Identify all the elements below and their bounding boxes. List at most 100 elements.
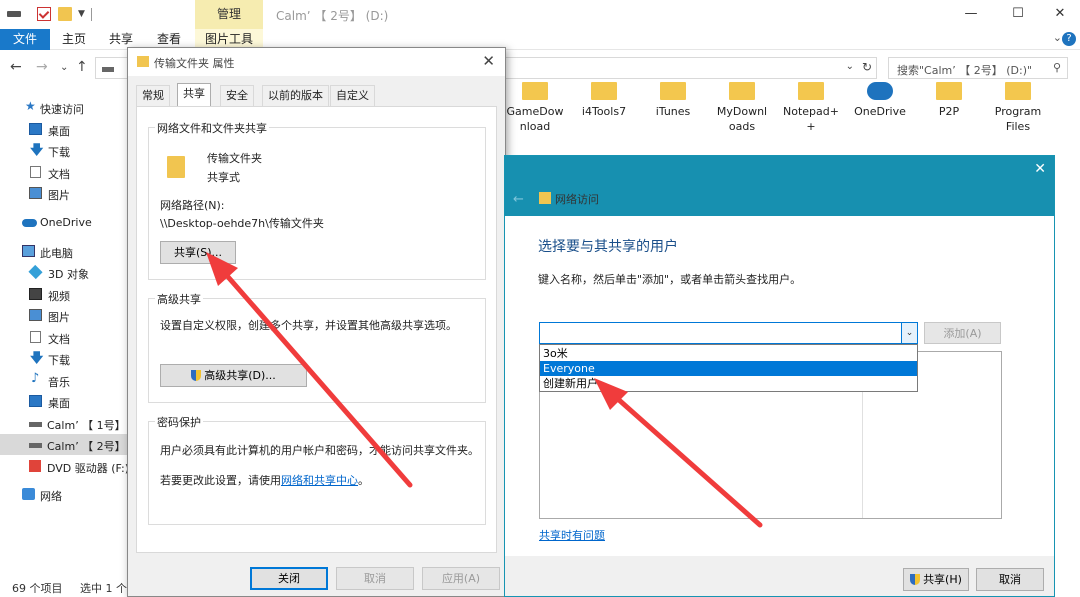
password-protection-group: 密码保护 用户必须具有此计算机的用户帐户和密码，才能访问共享文件夹。 若要更改此… (148, 414, 486, 525)
folder-people-icon (539, 192, 551, 204)
advanced-sharing-description: 设置自定义权限，创建多个共享，并设置其他高级共享选项。 (160, 319, 457, 332)
cancel-button[interactable]: 取消 (336, 567, 414, 590)
nav-item-documents-pc[interactable]: 文档 (0, 327, 128, 348)
tab-file[interactable]: 文件 (0, 29, 50, 50)
dropdown-option[interactable]: 3o米 (540, 346, 917, 361)
tab-home[interactable]: 主页 (52, 29, 96, 50)
chevron-down-icon[interactable]: ⌄ (901, 323, 917, 343)
file-item[interactable]: Notepad+ + (776, 82, 846, 134)
folder-icon (798, 82, 824, 100)
nav-item-network[interactable]: 网络 (0, 484, 128, 505)
dvd-icon (29, 460, 41, 472)
group-title: 密码保护 (155, 414, 203, 430)
nav-item-quick-access[interactable]: ★ 快速访问 (0, 97, 128, 118)
apply-button[interactable]: 应用(A) (422, 567, 500, 590)
search-placeholder: 搜索"Calmʼ 【 2号】 (D:)" (897, 64, 1033, 77)
nav-item-dvd[interactable]: DVD 驱动器 (F:) (0, 456, 128, 477)
download-icon: 🡇 (30, 143, 44, 158)
file-item[interactable]: GameDow nload (500, 82, 570, 134)
nav-item-desktop-pc[interactable]: 桌面 (0, 391, 128, 412)
nav-item-desktop[interactable]: 桌面 (0, 119, 128, 140)
manage-context-tab[interactable]: 管理 (195, 0, 263, 29)
tab-sharing[interactable]: 共享 (177, 83, 211, 107)
folder-icon (167, 156, 185, 178)
network-path-label: 网络路径(N): (160, 199, 225, 212)
file-item[interactable]: OneDrive (845, 82, 915, 119)
close-button[interactable]: ✕ (1037, 4, 1080, 24)
search-icon[interactable]: ⚲ (1053, 61, 1061, 74)
dialog-content: ← 网络访问 选择要与其共享的用户 键入名称，然后单击"添加"，或者单击箭头查找… (505, 192, 1054, 556)
share-button[interactable]: 共享(S)... (160, 241, 236, 264)
navigation-pane: ★ 快速访问 桌面 🡇 下载 文档 图片 OneDrive 此电脑 3D 对象 视频… (0, 95, 128, 575)
3d-objects-icon (28, 264, 43, 280)
instruction-text: 键入名称，然后单击"添加"，或者单击箭头查找用户。 (538, 273, 802, 286)
cancel-button[interactable]: 取消 (976, 568, 1044, 591)
minimize-button[interactable]: — (948, 4, 994, 24)
properties-check-icon[interactable] (37, 7, 51, 21)
folder-icon (1005, 82, 1031, 100)
nav-item-documents[interactable]: 文档 (0, 162, 128, 183)
share-button[interactable]: 共享(H) (903, 568, 969, 591)
quick-access-dropdown-icon[interactable]: ▼ (78, 9, 85, 19)
network-sharing-center-link[interactable]: 网络和共享中心 (281, 474, 358, 487)
nav-item-3d-objects[interactable]: 3D 对象 (0, 262, 128, 283)
folder-icon (591, 82, 617, 100)
selected-count: 选中 1 个 (80, 582, 127, 595)
file-item[interactable]: Program Files (983, 82, 1053, 134)
nav-item-music[interactable]: ♪ 音乐 (0, 370, 128, 391)
network-path-value: \\Desktop-oehde7h\传输文件夹 (160, 217, 324, 230)
nav-item-this-pc[interactable]: 此电脑 (0, 241, 128, 262)
sharing-trouble-link[interactable]: 共享时有问题 (539, 527, 605, 543)
add-button[interactable]: 添加(A) (924, 322, 1001, 344)
close-icon[interactable]: ✕ (1034, 161, 1046, 177)
dropdown-option[interactable]: 创建新用户... (540, 376, 917, 391)
download-icon: 🡇 (30, 351, 44, 366)
chevron-down-icon[interactable]: ⌄ (846, 61, 854, 72)
nav-item-downloads-pc[interactable]: 🡇 下载 (0, 348, 128, 369)
dropdown-option-selected[interactable]: Everyone (540, 361, 917, 376)
tab-security[interactable]: 安全 (220, 85, 254, 106)
advanced-sharing-group: 高级共享 设置自定义权限，创建多个共享，并设置其他高级共享选项。 高级共享(D)… (148, 291, 486, 403)
file-item[interactable]: iTunes (638, 82, 708, 119)
file-item[interactable]: i4Tools7 (569, 82, 639, 119)
nav-item-pictures[interactable]: 图片 (0, 183, 128, 204)
tab-customize[interactable]: 自定义 (330, 85, 375, 106)
nav-item-drive-1[interactable]: Calmʼ 【 1号】 (0, 413, 128, 434)
chevron-down-icon[interactable]: ⌄ (1053, 31, 1062, 44)
up-icon[interactable]: ↑ (76, 59, 88, 75)
new-folder-icon[interactable] (58, 7, 72, 21)
search-input[interactable]: 搜索"Calmʼ 【 2号】 (D:)" ⚲ (888, 57, 1068, 79)
tab-general[interactable]: 常规 (136, 85, 170, 106)
refresh-icon[interactable]: ↻ (862, 60, 872, 74)
video-icon (29, 288, 42, 300)
folder-icon (522, 82, 548, 100)
forward-icon[interactable]: → (36, 59, 48, 75)
drive-icon (102, 67, 114, 72)
file-item[interactable]: MyDownl oads (707, 82, 777, 134)
window-title: Calmʼ 【 2号】 (D:) (276, 9, 389, 23)
document-icon (30, 331, 41, 343)
close-dialog-button[interactable]: 关闭 (250, 567, 328, 590)
shield-icon (191, 370, 202, 381)
nav-item-drive-2[interactable]: Calmʼ 【 2号】 (0, 434, 128, 455)
tab-previous-versions[interactable]: 以前的版本 (262, 85, 329, 106)
back-icon[interactable]: ← (10, 59, 22, 75)
nav-item-pictures-pc[interactable]: 图片 (0, 305, 128, 326)
folder-icon (137, 56, 149, 67)
advanced-sharing-button[interactable]: 高级共享(D)... (160, 364, 307, 387)
maximize-button[interactable]: ☐ (995, 4, 1041, 24)
nav-item-downloads[interactable]: 🡇 下载 (0, 140, 128, 161)
user-name-combobox[interactable]: ⌄ (539, 322, 918, 344)
recent-locations-chevron-icon[interactable]: ⌄ (60, 62, 68, 73)
help-icon[interactable]: ? (1062, 32, 1076, 46)
back-icon[interactable]: ← (513, 192, 524, 207)
nav-item-onedrive[interactable]: OneDrive (0, 212, 128, 233)
document-icon (30, 166, 41, 178)
share-state: 共享式 (207, 171, 240, 184)
sharing-tab-panel: 网络文件和文件夹共享 传输文件夹 共享式 网络路径(N): \\Desktop-… (136, 106, 497, 553)
password-change-text: 若要更改此设置，请使用网络和共享中心。 (160, 474, 369, 487)
nav-item-videos[interactable]: 视频 (0, 284, 128, 305)
file-item[interactable]: P2P (914, 82, 984, 119)
close-icon[interactable]: ✕ (482, 52, 495, 70)
divider (91, 8, 92, 21)
